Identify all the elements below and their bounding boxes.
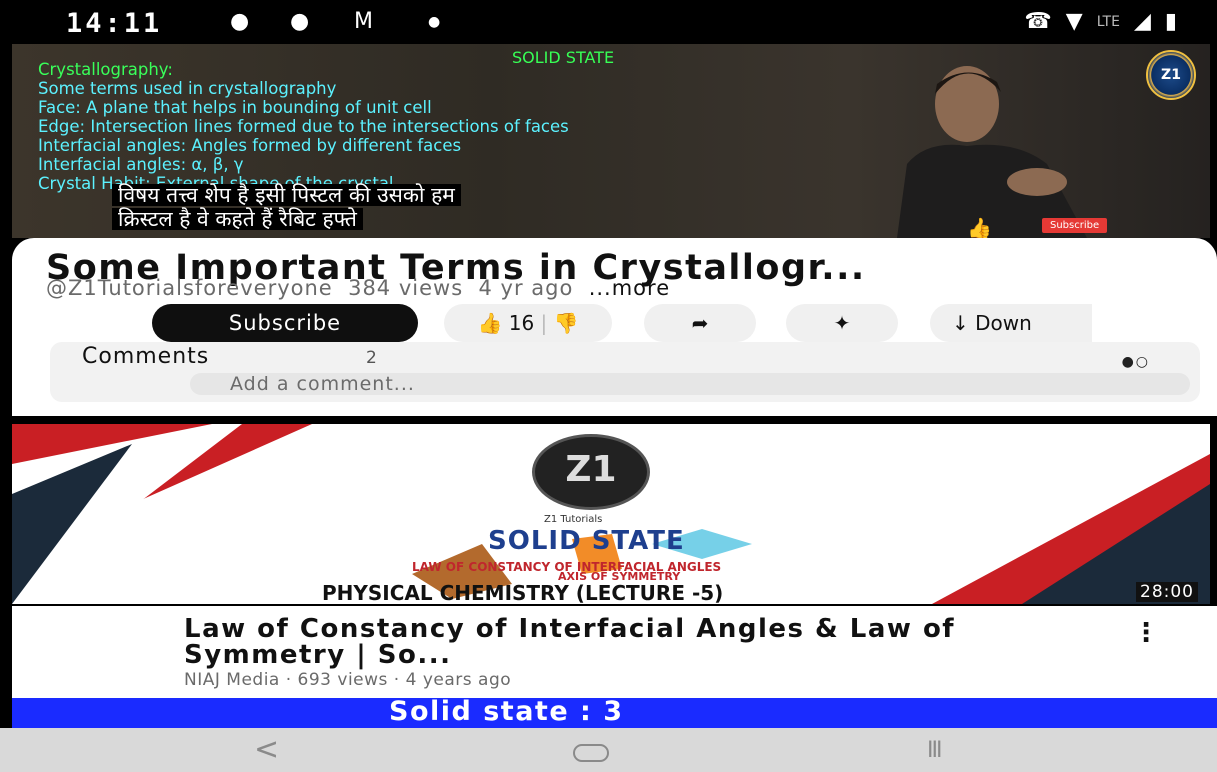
comments-card[interactable]: Comments 2 ●○ Add a comment... [50, 342, 1200, 402]
status-time: 14:11 [66, 8, 163, 39]
thumb-line-3: PHYSICAL CHEMISTRY (LECTURE -5) [322, 581, 724, 604]
system-nav-bar: < III [0, 728, 1217, 772]
message-icon: ● [290, 9, 310, 34]
slide-line: Edge: Intersection lines formed due to t… [38, 117, 569, 136]
thumb-heading: SOLID STATE [488, 526, 685, 556]
battery-icon: ▮ [1164, 9, 1177, 34]
duration-badge: 28:00 [1136, 582, 1198, 602]
slide-line: Some terms used in crystallography [38, 79, 337, 98]
comments-count: 2 [366, 348, 377, 368]
third-video-thumbnail[interactable]: Solid state : 3 [12, 696, 1217, 728]
subscribe-button[interactable]: Subscribe [152, 304, 418, 342]
subtitle-caption: विषय तत्त्व शेप है इसी पिस्टल की उसको हम… [112, 184, 461, 232]
next-video-thumbnail[interactable]: Z1 Z1 Tutorials SOLID STATE LAW OF CONST… [12, 424, 1210, 604]
thumb-brand: Z1 Tutorials [544, 514, 603, 525]
slide-line: Interfacial angles: Angles formed by dif… [38, 136, 462, 155]
wifi-icon: ▼ [1065, 9, 1083, 34]
more-options-icon[interactable]: ⋮ [1133, 618, 1159, 648]
video-player[interactable]: SOLID STATE Crystallography: Some terms … [12, 44, 1210, 238]
share-icon: ➦ [691, 311, 709, 335]
next-video-meta: NIAJ Media · 693 views · 4 years ago [184, 670, 512, 690]
channel-watermark-logo: Z1 [1146, 50, 1196, 100]
signal-icon: ◢ [1133, 9, 1151, 34]
recents-icon[interactable]: III [927, 738, 943, 763]
video-info-panel: Some Important Terms in Crystallogr... @… [12, 238, 1217, 416]
third-video-strip-text: Solid state : 3 [389, 696, 624, 727]
slide-line: Interfacial angles: α, β, γ [38, 155, 244, 174]
caption-line: विषय तत्त्व शेप है इसी पिस्टल की उसको हम [112, 184, 461, 206]
video-meta: @Z1Tutorialsforeveryone 384 views 4 yr a… [46, 276, 670, 300]
next-video-title[interactable]: Law of Constancy of Interfacial Angles &… [184, 616, 1064, 668]
next-video-info[interactable]: Law of Constancy of Interfacial Angles &… [12, 606, 1217, 698]
vibrate-icon: ☎ [1024, 9, 1052, 34]
thumbs-up-icon: 👍 [967, 216, 992, 238]
status-bar: 14:11 ● ● M ● ☎ ▼ LTE ◢ ▮ [0, 0, 1217, 44]
status-right: ☎ ▼ LTE ◢ ▮ [1024, 9, 1177, 34]
download-icon: ↓ [952, 311, 969, 335]
gmail-icon: M [354, 9, 373, 34]
download-button[interactable]: ↓ Down [930, 304, 1092, 342]
presenter-image [897, 66, 1087, 238]
comments-label: Comments [82, 344, 210, 369]
like-dislike-button[interactable]: 👍 16 | 👎 [444, 304, 612, 342]
download-label: Down [975, 311, 1032, 335]
slide-line: Crystallography: [38, 60, 173, 79]
message-icon: ● [230, 9, 250, 34]
slide-line: Face: A plane that helps in bounding of … [38, 98, 432, 117]
dislike-icon[interactable]: 👎 [554, 311, 579, 335]
more-link[interactable]: ...more [589, 276, 670, 300]
add-comment-input[interactable]: Add a comment... [190, 373, 1190, 395]
phone-screen: 14:11 ● ● M ● ☎ ▼ LTE ◢ ▮ SOLID STATE Cr… [0, 0, 1217, 772]
upload-age: 4 yr ago [478, 276, 574, 300]
like-count: 16 [508, 311, 535, 335]
back-icon[interactable]: < [254, 732, 279, 767]
share-button[interactable]: ➦ [644, 304, 756, 342]
carousel-dots-icon: ●○ [1121, 354, 1150, 370]
view-count: 384 views [348, 276, 464, 300]
slide-text: Crystallography: Some terms used in crys… [38, 60, 569, 193]
z1-logo: Z1 [532, 434, 650, 510]
like-icon[interactable]: 👍 [477, 311, 502, 335]
watermark-subscribe: Subscribe [1042, 218, 1108, 233]
remix-button[interactable]: ✦ [786, 304, 898, 342]
sparkle-icon: ✦ [833, 311, 851, 335]
lte-label: LTE [1096, 13, 1120, 30]
caption-line: क्रिस्टल है वे कहते हैं रैबिट हफ्ते [112, 208, 363, 230]
channel-handle[interactable]: @Z1Tutorialsforeveryone [46, 276, 333, 300]
dot-icon: ● [428, 14, 441, 30]
home-icon[interactable] [573, 744, 609, 762]
